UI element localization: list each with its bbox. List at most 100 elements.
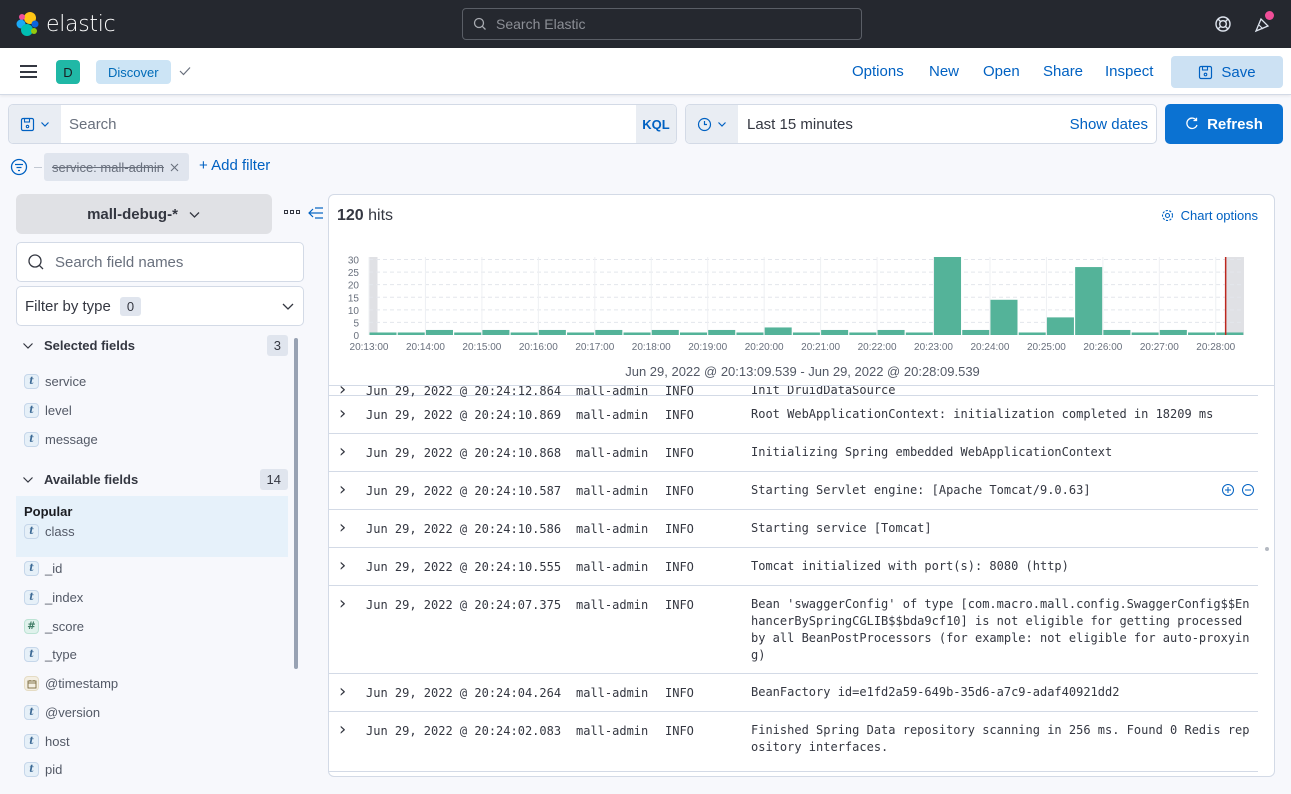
expand-row-icon[interactable]: › [339,681,346,702]
expand-row-icon[interactable]: › [339,517,346,538]
newsfeed-icon[interactable] [1253,11,1274,34]
string-type-icon: t [24,403,39,418]
field-item[interactable]: t class [24,524,75,539]
quick-select-button[interactable] [686,105,738,143]
table-row[interactable]: › Jun 29, 2022 @ 20:24:10.869 mall-admin IN… [329,396,1258,434]
table-row[interactable]: › Jun 29, 2022 @ 20:24:07.375 mall-admin IN… [329,586,1258,674]
save-button[interactable]: Save [1171,56,1283,88]
open-link[interactable]: Open [983,63,1020,80]
field-name: _index [45,590,84,605]
inspect-link[interactable]: Inspect [1105,63,1153,80]
breadcrumb-discover[interactable]: Discover [96,60,171,84]
field-name: pid [45,762,63,777]
expand-row-icon[interactable]: › [339,593,346,614]
refresh-button[interactable]: Refresh [1165,104,1283,144]
expand-row-icon[interactable]: › [339,719,346,740]
x-tick-label: 20:21:00 [801,342,840,353]
table-row[interactable]: › Jun 29, 2022 @ 20:24:02.083 mall-admin IN… [329,712,1258,772]
hits-label: hits [368,207,394,224]
histogram-bar [679,332,708,335]
options-link[interactable]: Options [852,63,904,80]
histogram-bar [651,329,679,335]
table-row[interactable]: › Jun 29, 2022 @ 20:24:10.868 mall-admin IN… [329,434,1258,472]
field-item[interactable]: t _index [24,590,83,605]
field-item[interactable]: t message [24,432,98,447]
share-link[interactable]: Share [1043,63,1083,80]
field-item[interactable]: t host [24,734,70,749]
histogram-bar [1046,317,1074,335]
field-search-input[interactable] [55,253,285,271]
chart-time-range: Jun 29, 2022 @ 20:13:09.539 - Jun 29, 20… [625,364,980,379]
field-search[interactable] [16,242,304,282]
filter-for-value-icon[interactable] [1221,483,1235,497]
table-row[interactable]: › Jun 29, 2022 @ 20:24:04.264 mall-admin IN… [329,674,1258,712]
x-tick-label: 20:16:00 [519,342,558,353]
index-pattern-selector[interactable]: mall-debug-* [16,194,272,234]
x-tick-label: 20:15:00 [462,342,501,353]
chevron-down-icon [41,122,49,127]
filter-by-type-dropdown[interactable]: Filter by type 0 [16,286,304,326]
field-item[interactable]: t pid [24,762,62,777]
expand-row-icon[interactable]: › [339,479,346,500]
histogram-bar [1075,267,1103,335]
hits-count: 120 [337,207,364,224]
x-tick-label: 20:14:00 [406,342,445,353]
expand-row-icon[interactable]: › [339,555,346,576]
show-dates-link[interactable]: Show dates [1070,116,1156,133]
new-link[interactable]: New [929,63,959,80]
chart-options-button[interactable]: Chart options [1161,208,1258,223]
help-icon[interactable] [1213,14,1233,34]
menu-toggle-icon[interactable] [20,65,37,78]
global-search[interactable] [462,8,862,40]
histogram-bar [1131,332,1159,335]
histogram-bar [877,329,905,335]
service-cell: mall-admin [576,686,649,700]
check-icon [179,67,191,76]
service-cell: mall-admin [576,408,649,422]
filter-options-icon[interactable] [10,158,28,176]
level-cell: INFO [665,686,694,700]
expand-row-icon[interactable]: › [339,403,346,424]
time-range-text[interactable]: Last 15 minutes [738,116,1070,133]
histogram-bar [454,332,482,335]
query-language-button[interactable]: KQL [636,105,676,143]
elastic-logo[interactable]: elastic [16,11,116,37]
histogram-bar [792,332,820,335]
service-cell: mall-admin [576,598,649,612]
table-scrollbar[interactable] [1265,547,1269,551]
field-item[interactable]: t level [24,403,72,418]
histogram-bar [623,332,651,335]
sidebar-scrollbar[interactable] [294,338,298,669]
field-item[interactable]: t _id [24,561,62,576]
selected-fields-header[interactable]: Selected fields 3 [22,335,288,356]
add-filter-button[interactable]: + Add filter [199,157,270,174]
collapse-sidebar-icon[interactable] [308,206,324,220]
expand-row-icon[interactable]: › [339,441,346,462]
level-cell: INFO [665,408,694,422]
x-tick-label: 20:22:00 [858,342,897,353]
string-type-icon: t [24,374,39,389]
table-row[interactable]: › Jun 29, 2022 @ 20:24:12.864 mall-admin IN… [329,386,1258,400]
available-fields-header[interactable]: Available fields 14 [22,469,288,490]
global-search-input[interactable] [496,16,836,32]
x-tick-label: 20:20:00 [745,342,784,353]
divider [34,166,42,168]
filter-out-value-icon[interactable] [1241,483,1255,497]
table-row[interactable]: › Jun 29, 2022 @ 20:24:10.587 mall-admin IN… [329,472,1258,510]
field-item[interactable]: t service [24,374,86,389]
table-row[interactable]: › Jun 29, 2022 @ 20:24:10.586 mall-admin IN… [329,510,1258,548]
field-item[interactable]: t _type [24,647,77,662]
level-cell: INFO [665,446,694,460]
field-item[interactable]: # _score [24,619,84,634]
field-item[interactable]: t @version [24,705,100,720]
close-icon[interactable] [170,163,179,172]
more-options-icon[interactable] [284,210,300,214]
filter-pill[interactable]: service: mall-admin [44,153,189,181]
saved-query-button[interactable] [9,105,61,143]
field-item[interactable]: @timestamp [24,676,118,691]
x-tick-label: 20:13:00 [350,342,389,353]
table-row[interactable]: › Jun 29, 2022 @ 20:24:10.555 mall-admin IN… [329,548,1258,586]
query-bar: KQL [8,104,677,144]
query-input[interactable] [61,105,636,143]
space-avatar[interactable]: D [56,60,80,84]
